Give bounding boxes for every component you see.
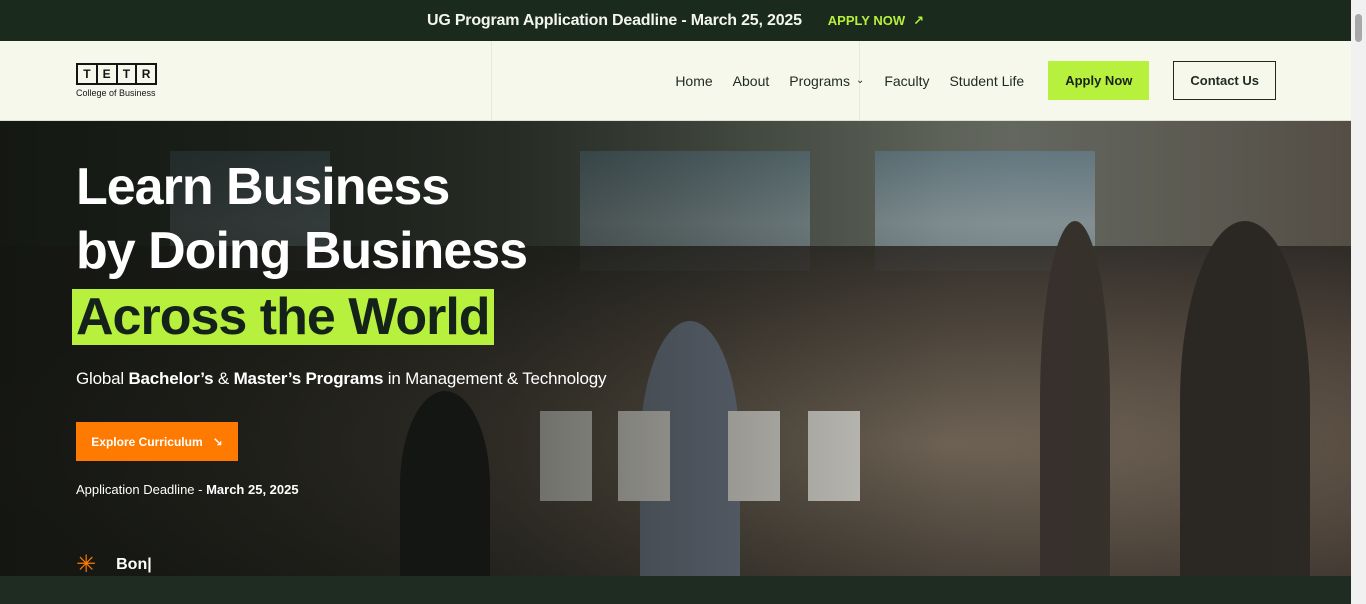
subtitle-bold: Master’s Programs — [233, 369, 384, 388]
deadline-date: March 25, 2025 — [206, 482, 299, 497]
hero-highlight: Across the World — [72, 289, 494, 345]
nav-programs-label: Programs — [789, 72, 850, 89]
arrow-up-right-icon: ↗ — [913, 12, 924, 28]
nav-student-life[interactable]: Student Life — [949, 73, 1024, 89]
nav-faculty[interactable]: Faculty — [884, 73, 929, 89]
announcement-apply-link[interactable]: APPLY NOW ↗ — [828, 13, 924, 29]
header-divider — [491, 41, 492, 121]
hero-subtitle: Global Bachelor’s & Master’s Programs in… — [76, 369, 606, 389]
nav-home[interactable]: Home — [675, 73, 712, 89]
subtitle-text: Global — [76, 369, 129, 388]
next-section-strip — [0, 576, 1351, 604]
apply-now-button[interactable]: Apply Now — [1048, 61, 1150, 100]
tetr-logo[interactable]: T E T R College of Business — [76, 63, 157, 98]
logo-letter: T — [78, 65, 98, 83]
hero-title-line: by Doing Business — [76, 222, 528, 280]
scrollbar-thumb[interactable] — [1355, 14, 1362, 42]
logo-letter: T — [118, 65, 138, 83]
announcement-apply-label: APPLY NOW — [827, 13, 906, 28]
nav-about[interactable]: About — [733, 73, 770, 89]
hero-title: Learn Business by Doing Business — [76, 155, 528, 283]
contact-us-button[interactable]: Contact Us — [1173, 61, 1276, 100]
hero-section: Learn Business by Doing Business Across … — [0, 121, 1351, 576]
deadline-label: Application Deadline - — [76, 482, 207, 497]
explore-curriculum-label: Explore Curriculum — [91, 434, 203, 449]
nav-programs[interactable]: Programs ⌄ — [789, 73, 864, 89]
page-scrollbar[interactable] — [1351, 0, 1366, 604]
main-nav: Home About Programs ⌄ Faculty Student Li… — [675, 61, 1276, 100]
announcement-bar: UG Program Application Deadline - March … — [0, 0, 1351, 41]
arrow-down-right-icon: ↘ — [212, 434, 223, 449]
hero-title-line: Learn Business — [76, 158, 450, 216]
asterisk-icon: ✳ — [76, 551, 97, 577]
subtitle-text: & — [213, 369, 234, 388]
explore-curriculum-button[interactable]: Explore Curriculum ↘ — [76, 422, 238, 461]
subtitle-bold: Bachelor’s — [128, 369, 214, 388]
typing-ticker: ✳ Bon| — [76, 551, 152, 577]
logo-letter: R — [141, 67, 151, 81]
logo-tagline: College of Business — [76, 88, 156, 98]
application-deadline: Application Deadline - March 25, 2025 — [76, 482, 299, 497]
subtitle-text: in Management & Technology — [383, 369, 607, 388]
logo-letter: E — [98, 65, 118, 83]
site-header: T E T R College of Business Home About P… — [0, 41, 1351, 121]
typing-text: Bon| — [116, 556, 152, 573]
announcement-message: UG Program Application Deadline - March … — [426, 11, 802, 29]
logo-letters: T E T R — [76, 63, 157, 85]
chevron-down-icon: ⌄ — [855, 75, 865, 86]
